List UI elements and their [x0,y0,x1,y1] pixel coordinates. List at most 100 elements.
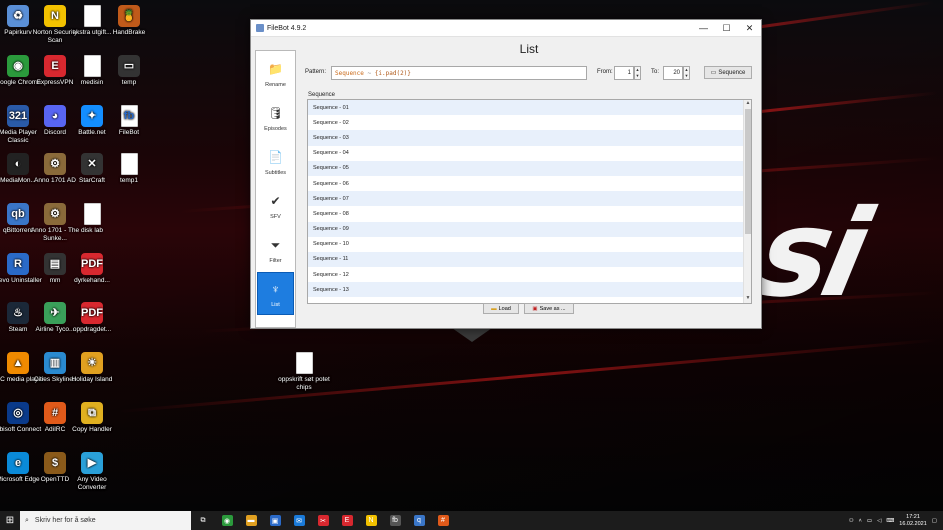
taskbar: ⊞ ⌕ Skriv her for å søke ⧉ ◉ ▬ ▣ ✉ ✂ E Nfb q # ⚇ … [0,511,943,530]
desktop-icon-label: Any Video Converter [77,476,107,491]
window-body: 📁 Rename 🛢 Episodes 📄 Subtitles ✔ SFV ⏷ Filter ♆ Li… [251,37,761,328]
taskbar-app-norton[interactable]: N [359,511,383,530]
list-item[interactable]: Sequence - 06 [308,176,743,191]
taskbar-app-store[interactable]: ▣ [263,511,287,530]
desktop-icon-temp[interactable]: ▭ temp [103,55,155,87]
taskbar-app-adirc[interactable]: # [431,511,455,530]
openttd-icon: $ [44,452,66,474]
rename-icon: 📁 [268,62,283,76]
cities-icon: ▥ [44,352,66,374]
list-scrollbar[interactable]: ▲ ▼ [743,100,751,303]
desktop-icon-temp1[interactable]: temp1 [103,153,155,185]
to-spinner[interactable]: ▲ ▼ [683,66,690,80]
taskbar-app-chrome[interactable]: ◉ [215,511,239,530]
chevron-up-icon[interactable]: ˄ [859,518,862,524]
taskbar-app-snip[interactable]: ✂ [311,511,335,530]
temp-icon: ▭ [118,55,140,77]
scroll-up-icon[interactable]: ▲ [744,100,751,108]
maximize-button[interactable]: ☐ [715,20,738,37]
list-item[interactable]: Sequence - 05 [308,160,743,176]
list-item[interactable]: Sequence - 11 [308,251,743,268]
save-as-button[interactable]: ▣ Save as ... [524,303,574,314]
desktop-icon-oppdrag[interactable]: PDF oppdragdet... [66,302,118,334]
list-item[interactable]: Sequence - 02 [308,115,743,130]
sidebar-item-rename[interactable]: 📁 Rename [257,52,294,95]
clock-time: 17:21 [906,513,920,520]
start-button[interactable]: ⊞ [0,511,20,530]
network-icon[interactable]: ▭ [867,518,872,524]
list-item[interactable]: Sequence - 13 [308,282,743,298]
search-placeholder: Skriv her for å søke [34,517,96,524]
list-item[interactable]: Sequence - 04 [308,146,743,161]
desktop-icon-label: oppskrift søt potet chips [278,376,330,391]
taskbar-app-expressvpn[interactable]: E [335,511,359,530]
sidebar-item-episodes[interactable]: 🛢 Episodes [257,96,294,139]
sidebar: 📁 Rename 🛢 Episodes 📄 Subtitles ✔ SFV ⏷ Filter ♆ Li… [255,50,296,328]
sidebar-item-subtitles[interactable]: 📄 Subtitles [257,140,294,183]
title-bar[interactable]: FileBot 4.9.2 — ☐ ✕ [251,20,761,37]
taskbar-search-input[interactable]: ⌕ Skriv her for å søke [20,511,191,530]
list-item[interactable]: Sequence - 12 [308,267,743,282]
taskbar-app-task-view[interactable]: ⧉ [191,511,215,530]
desktop-icon-anyvideo[interactable]: ▶ Any Video Converter [66,452,118,492]
filebot-icon: fb [389,515,401,526]
chrome-icon: ◉ [221,515,233,526]
desktop-icon-label: oppdragdet... [72,326,112,333]
episodes-icon: 🛢 [267,106,284,120]
list-item[interactable]: Sequence - 07 [308,191,743,207]
desktop-icon-disklab[interactable]: disk lab [66,203,118,235]
clock[interactable]: 17:21 16.02.2021 [899,514,927,528]
taskbar-app-filebot[interactable]: fb [383,511,407,530]
taskbar-app-qbittorrent[interactable]: q [407,511,431,530]
close-button[interactable]: ✕ [738,20,761,37]
pattern-input[interactable]: Sequence ~ {i.pad(2)} [331,66,587,80]
minimize-button[interactable]: — [692,20,715,37]
sidebar-item-list[interactable]: ♆ List [257,272,294,315]
from-spinner[interactable]: ▲ ▼ [634,66,641,80]
save-button-label: Save as ... [539,305,566,312]
disklab-icon [83,203,101,225]
desktop-icon-copyhandler[interactable]: ⧉ Copy Handler [66,402,118,434]
list-item[interactable]: Sequence - 08 [308,206,743,221]
to-input[interactable]: 20 [663,66,683,80]
list-item[interactable]: Sequence - 09 [308,221,743,237]
ubisoft-icon: ◎ [7,402,29,424]
revo-icon: R [7,253,29,275]
list-icon: ♆ [271,282,280,296]
norton-icon: N [44,5,66,27]
desktop-icon-handbrake[interactable]: 🍍 HandBrake [103,5,155,37]
desktop-icon-filebot[interactable]: fb FileBot [103,105,155,137]
steam-icon: ♨ [7,302,29,324]
sidebar-item-label: Episodes [264,126,287,132]
notifications-icon[interactable]: ▢ [932,518,937,524]
from-input[interactable]: 1 [614,66,634,80]
sidebar-item-label: Subtitles [264,170,287,176]
handbrake-icon: 🍍 [118,5,140,27]
starcraft-icon: ✕ [81,153,103,175]
desktop-icon-holiday[interactable]: ☀ Holiday Island [66,352,118,384]
sfv-icon: ✔ [270,194,281,208]
list-item[interactable]: Sequence - 03 [308,130,743,146]
scroll-thumb[interactable] [745,109,751,234]
taskbar-app-explorer[interactable]: ▬ [239,511,263,530]
language-icon[interactable]: ⌨ [886,518,894,524]
subtitles-icon: 📄 [268,150,283,164]
oppskrift-icon [295,352,313,374]
desktop-icon-label: Holiday Island [71,376,113,383]
volume-icon[interactable]: ◁ [877,518,881,524]
list-item[interactable]: Sequence - 10 [308,237,743,252]
sequence-button[interactable]: ▭ Sequence [704,66,752,79]
desktop-icon-label: temp [121,79,137,86]
desktop-icon-label: dyrkehand... [74,277,110,284]
list-item[interactable]: Sequence - 01 [308,100,743,116]
taskbar-app-mail[interactable]: ✉ [287,511,311,530]
load-button[interactable]: ▬ Load [483,303,519,314]
sidebar-item-sfv[interactable]: ✔ SFV [257,184,294,227]
desktop-icon-dyrkehand[interactable]: PDF dyrkehand... [66,253,118,285]
sequence-list[interactable]: Sequence - 01 Sequence - 02 Sequence - 03 S… [307,99,752,304]
sidebar-item-filter[interactable]: ⏷ Filter [257,228,294,271]
desktop-icon-oppskrift[interactable]: oppskrift søt potet chips [278,352,330,392]
scroll-down-icon[interactable]: ▼ [744,295,751,303]
people-icon[interactable]: ⚇ [849,518,854,524]
desktop-icon-label: Copy Handler [72,426,112,433]
